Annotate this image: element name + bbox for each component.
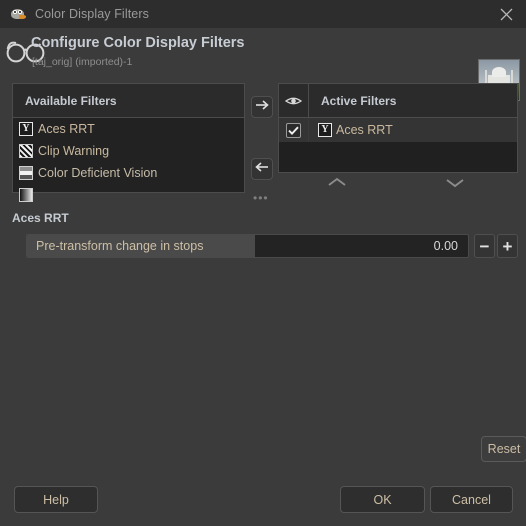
available-filters-panel[interactable]: Available Filters Y Aces RRT Clip Warnin… xyxy=(12,83,245,202)
aces-rrt-icon: Y xyxy=(318,123,332,137)
dialog-header: Configure Color Display Filters [taj_ori… xyxy=(0,28,526,101)
add-filter-button[interactable] xyxy=(251,96,273,118)
arrow-right-icon xyxy=(255,98,269,116)
list-item[interactable]: Clip Warning xyxy=(13,140,244,162)
parameter-section-title: Aces RRT xyxy=(12,211,69,225)
available-filters-title: Available Filters xyxy=(25,93,117,108)
image-subtitle: [taj_orig] (imported)-1 xyxy=(32,56,133,68)
page-title: Configure Color Display Filters xyxy=(31,35,245,51)
wilber-icon xyxy=(10,6,26,22)
list-item[interactable]: Y Aces RRT xyxy=(13,118,244,140)
title-bar: Color Display Filters xyxy=(0,0,526,28)
help-button[interactable]: Help xyxy=(14,486,98,513)
overflow-menu-button[interactable]: ••• xyxy=(253,192,269,204)
chevron-up-icon xyxy=(327,175,347,193)
arrow-left-icon xyxy=(255,160,269,178)
pre-transform-stops-slider[interactable]: Pre-transform change in stops 0.00 xyxy=(26,234,469,258)
close-icon[interactable] xyxy=(486,0,526,28)
window-title: Color Display Filters xyxy=(35,7,149,21)
gamma-icon xyxy=(19,188,33,202)
slider-value: 0.00 xyxy=(433,239,458,253)
active-filters-header: Active Filters xyxy=(279,84,517,118)
active-list-empty-area xyxy=(279,142,517,172)
list-item[interactable]: Color Deficient Vision xyxy=(13,162,244,184)
checkbox-icon xyxy=(286,122,301,138)
remove-filter-button[interactable] xyxy=(251,158,273,180)
table-row[interactable]: Y Aces RRT xyxy=(279,118,517,142)
move-filter-up-button[interactable] xyxy=(323,176,351,192)
list-item-label: Color Deficient Vision xyxy=(38,166,158,180)
list-item-label: Clip Warning xyxy=(38,144,110,158)
slider-label: Pre-transform change in stops xyxy=(36,239,204,253)
move-filter-down-button[interactable] xyxy=(441,176,469,192)
active-filters-title: Active Filters xyxy=(321,93,397,108)
cancel-button[interactable]: Cancel xyxy=(430,486,513,513)
reset-button[interactable]: Reset xyxy=(481,436,526,462)
ok-button[interactable]: OK xyxy=(340,486,425,513)
available-filters-header: Available Filters xyxy=(13,84,244,118)
increment-button[interactable]: + xyxy=(497,234,518,258)
table-row-label: Aces RRT xyxy=(336,123,393,137)
aces-rrt-icon: Y xyxy=(19,122,33,136)
active-filters-panel[interactable]: Active Filters Y Aces RRT xyxy=(278,83,518,173)
available-filters-list[interactable]: Y Aces RRT Clip Warning Color Deficient … xyxy=(13,118,244,206)
list-item[interactable] xyxy=(13,184,244,206)
list-item-label: Aces RRT xyxy=(38,122,95,136)
decrement-button[interactable]: − xyxy=(474,234,495,258)
filter-enabled-checkbox[interactable] xyxy=(279,118,309,142)
color-deficient-vision-icon xyxy=(19,166,33,180)
chevron-down-icon xyxy=(445,175,465,193)
eye-icon xyxy=(279,84,309,117)
clip-warning-icon xyxy=(19,144,33,158)
active-filters-list[interactable]: Y Aces RRT xyxy=(279,118,517,172)
